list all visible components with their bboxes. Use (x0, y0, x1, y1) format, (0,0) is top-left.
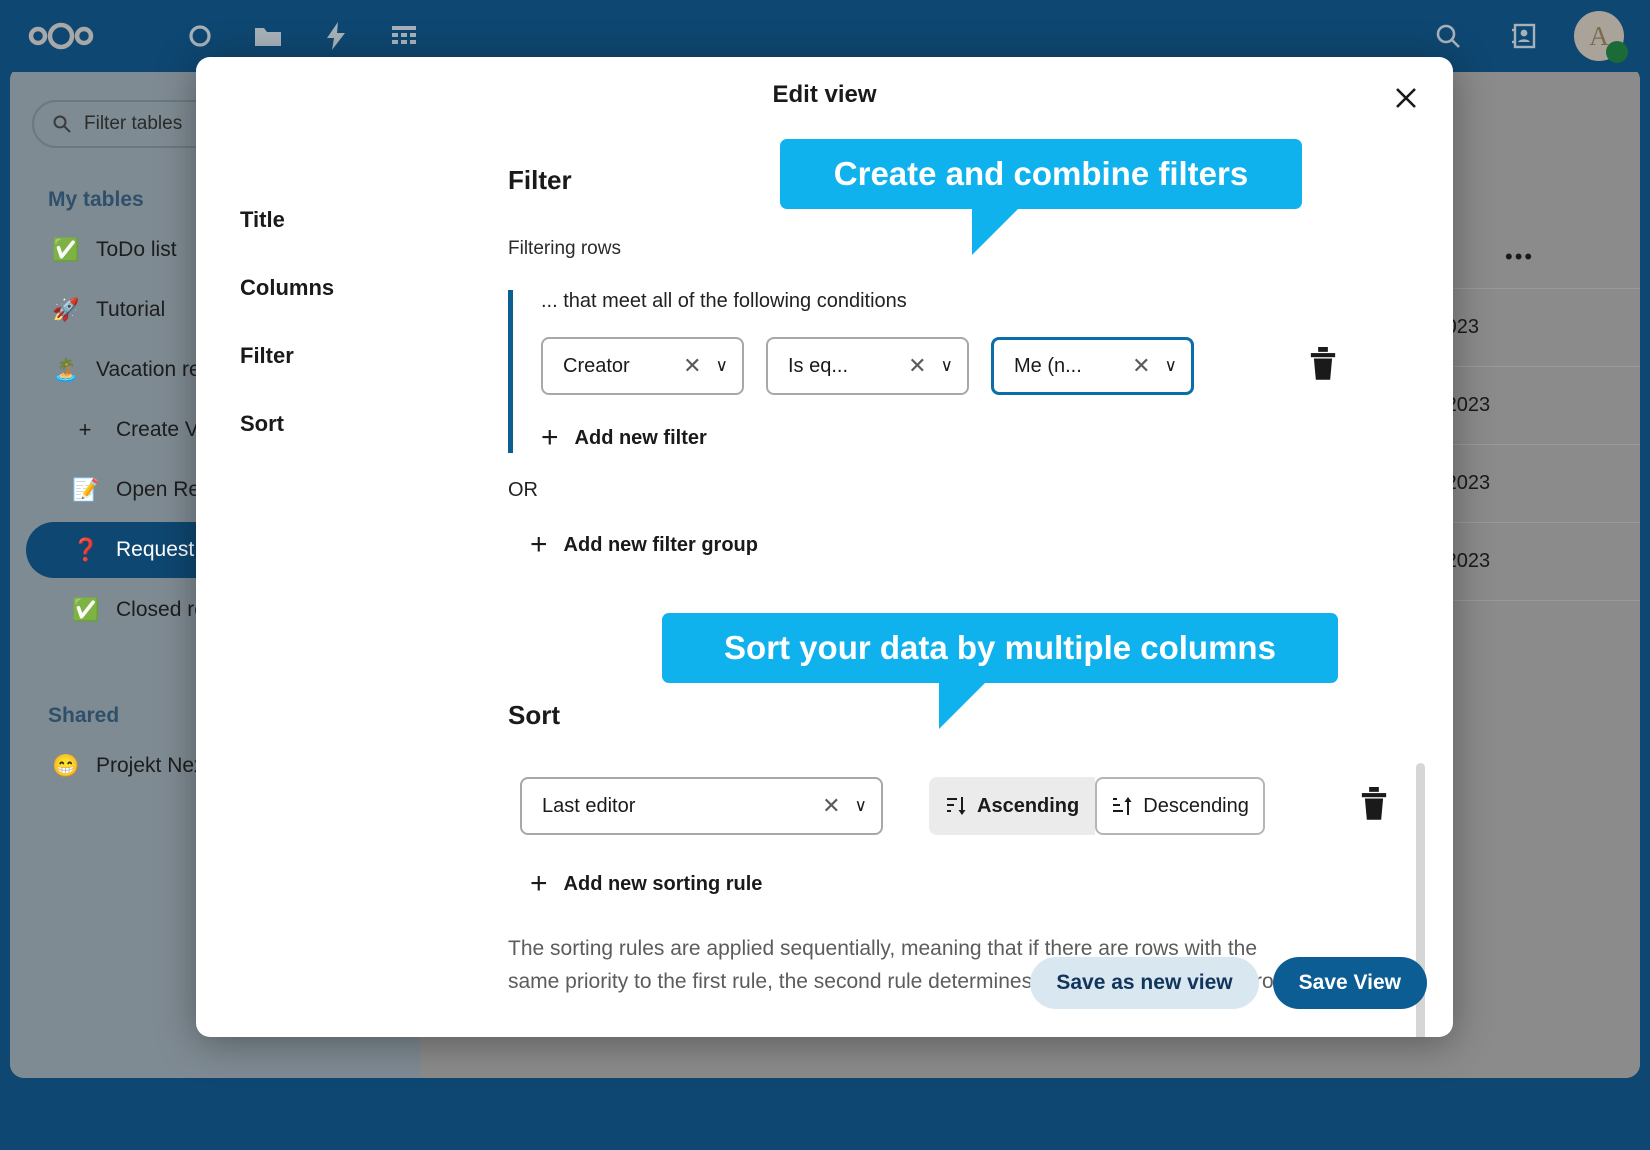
filter-value-value: Me (n... (1014, 354, 1082, 377)
filter-condition-text: ... that meet all of the following condi… (541, 290, 907, 312)
save-as-new-view-button[interactable]: Save as new view (1030, 957, 1259, 1009)
modal-footer: Save as new view Save View (1030, 957, 1427, 1009)
sidebar-item-label: Closed re (116, 598, 206, 621)
add-new-filter-label: Add new filter (574, 426, 707, 449)
sort-descending-label: Descending (1143, 794, 1249, 817)
sidebar-item-label: ToDo list (96, 238, 177, 261)
clear-icon[interactable]: ✕ (822, 793, 840, 819)
files-icon[interactable] (242, 10, 294, 62)
checkmark-icon: ✅ (52, 237, 80, 262)
nextcloud-logo-icon[interactable] (26, 21, 96, 51)
sort-ascending-icon (947, 797, 966, 815)
callout-text: Sort your data by multiple columns (724, 629, 1276, 666)
sort-descending-icon (1113, 797, 1132, 815)
dashboard-icon[interactable] (174, 10, 226, 62)
plus-icon: + (530, 528, 548, 561)
sort-column-select[interactable]: Last editor ✕ ∨ (520, 777, 883, 835)
chevron-down-icon[interactable]: ∨ (1165, 356, 1177, 376)
clear-icon[interactable]: ✕ (683, 353, 701, 379)
or-label: OR (508, 479, 538, 501)
island-icon: 🏝️ (52, 357, 80, 382)
activity-icon[interactable] (310, 10, 362, 62)
column-menu-icon[interactable]: ••• (1505, 244, 1534, 270)
status-badge-online (1606, 41, 1628, 63)
add-new-filter-button[interactable]: + Add new filter (541, 423, 1435, 453)
plus-icon: + (541, 421, 559, 454)
topbar-right: A (1422, 10, 1628, 63)
chevron-down-icon[interactable]: ∨ (941, 356, 953, 376)
filter-column-value: Creator (563, 354, 630, 377)
checkmark-icon: ✅ (72, 597, 100, 622)
sort-column-value: Last editor (542, 794, 636, 817)
callout-tail (939, 681, 987, 729)
search-input-placeholder: Filter tables (84, 113, 183, 134)
sort-ascending-button[interactable]: Ascending (929, 777, 1096, 835)
filter-operator-select[interactable]: Is eq... ✕ ∨ (766, 337, 969, 395)
add-new-sorting-rule-button[interactable]: + Add new sorting rule (530, 869, 1435, 899)
chevron-down-icon[interactable]: ∨ (855, 796, 867, 816)
close-icon[interactable] (1383, 75, 1429, 121)
clear-icon[interactable]: ✕ (908, 353, 926, 379)
nav-item-filter[interactable]: Filter (240, 343, 490, 369)
filter-value-select[interactable]: Me (n... ✕ ∨ (991, 337, 1194, 395)
callout-sort-your-data: Sort your data by multiple columns (662, 613, 1338, 729)
save-view-button[interactable]: Save View (1272, 957, 1427, 1009)
callout-tail (972, 207, 1020, 255)
search-icon (53, 115, 71, 133)
filter-row: Creator ✕ ∨ Is eq... ✕ ∨ Me (n... ✕ ∨ (541, 337, 1435, 395)
sort-row: Last editor ✕ ∨ Ascending Descending (520, 777, 1435, 835)
avatar-initial: A (1589, 20, 1609, 51)
add-new-filter-group-label: Add new filter group (563, 533, 758, 556)
trash-icon (1361, 786, 1387, 820)
nav-item-columns[interactable]: Columns (240, 275, 490, 301)
nav-item-sort[interactable]: Sort (240, 411, 490, 437)
callout-text: Create and combine filters (833, 155, 1249, 192)
avatar[interactable]: A (1574, 11, 1628, 63)
modal-nav: Title Columns Filter Sort (240, 207, 490, 479)
delete-sorting-rule-button[interactable] (1359, 786, 1389, 826)
app-icons (174, 10, 430, 62)
delete-filter-button[interactable] (1308, 346, 1338, 386)
sort-ascending-label: Ascending (977, 794, 1080, 817)
question-mark-icon: ❓ (72, 537, 100, 562)
search-icon[interactable] (1422, 10, 1474, 62)
sort-direction-toggle: Ascending Descending (929, 777, 1265, 835)
nav-item-title[interactable]: Title (240, 207, 490, 233)
sidebar-item-label: Vacation req (96, 358, 213, 381)
filter-group: ... that meet all of the following condi… (508, 290, 1435, 453)
plus-icon: + (78, 417, 92, 442)
add-new-filter-group-button[interactable]: + Add new filter group (530, 530, 1435, 560)
chevron-down-icon[interactable]: ∨ (716, 356, 728, 376)
filter-column-select[interactable]: Creator ✕ ∨ (541, 337, 744, 395)
page-title: Edit view (772, 81, 877, 108)
rocket-icon: 🚀 (52, 297, 80, 322)
plus-icon: + (530, 867, 548, 900)
sidebar-item-label: Tutorial (96, 298, 166, 321)
filter-operator-value: Is eq... (788, 354, 849, 377)
sort-descending-button[interactable]: Descending (1095, 777, 1265, 835)
memo-icon: 📝 (72, 477, 100, 502)
clear-icon[interactable]: ✕ (1132, 353, 1150, 379)
app-root: A Filter tables My tables ✅ ToDo list 🚀 … (0, 0, 1650, 1150)
modal-content: Filter Filtering rows ... that meet all … (508, 165, 1435, 1037)
trash-icon (1310, 346, 1336, 380)
tables-icon[interactable] (378, 10, 430, 62)
callout-create-and-combine-filters: Create and combine filters (780, 139, 1302, 255)
contacts-icon[interactable] (1498, 10, 1550, 62)
grin-icon: 😁 (52, 753, 80, 778)
sidebar-item-label: Projekt Nex (96, 754, 205, 777)
add-new-sorting-rule-label: Add new sorting rule (563, 872, 763, 895)
